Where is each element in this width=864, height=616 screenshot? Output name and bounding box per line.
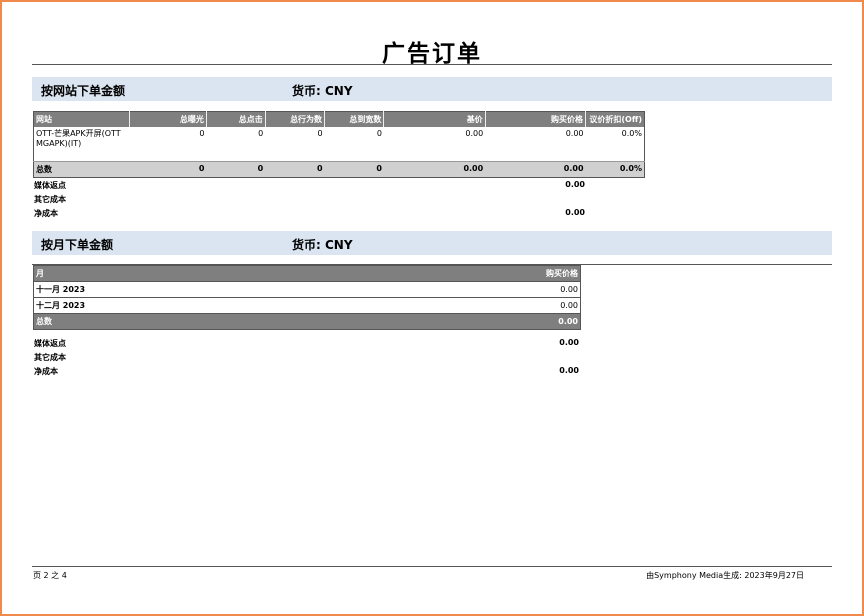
cell: 0.00 <box>358 281 581 298</box>
table-row: 十一月 2023 0.00 <box>33 281 581 298</box>
cell: 0 <box>376 129 382 138</box>
generated-by: 由Symphony Media生成: 2023年9月27日 <box>646 571 804 580</box>
section-header-site: 按网站下单金额 货币: CNY <box>32 77 832 101</box>
section-header-month: 按月下单金额 货币: CNY <box>32 231 832 255</box>
col-header: 基价 <box>383 111 486 127</box>
summary-label: 其它成本 <box>34 195 66 204</box>
site-summary: 媒体返点 0.00 其它成本 净成本 0.00 <box>34 180 585 222</box>
col-header: 议价折扣(Off) <box>585 111 645 127</box>
cell: 0 <box>324 161 384 178</box>
cell: 0 <box>258 129 264 138</box>
month-table: 月 购买价格 十一月 2023 0.00 十二月 2023 0.00 总数 0.… <box>33 265 581 330</box>
cell-site: OTT-芒果APK开屏(OTTMGAPK)(IT) <box>36 129 121 148</box>
summary-label: 其它成本 <box>34 353 66 362</box>
table-row: OTT-芒果APK开屏(OTTMGAPK)(IT) 0 0 0 0 0.00 0… <box>34 127 645 162</box>
page-title: 广告订单 <box>382 41 482 67</box>
section-label: 按月下单金额 <box>41 238 114 252</box>
table-total-row: 总数 0 0 0 0 0.00 0.00 0.0% <box>33 161 645 178</box>
col-header: 总到宽数 <box>324 111 384 127</box>
cell: 0.00 <box>485 161 586 178</box>
cell: 0.00 <box>465 129 484 138</box>
summary-row: 其它成本 <box>34 194 585 208</box>
col-header: 月 <box>33 265 359 282</box>
cell: 0 <box>206 161 266 178</box>
cell: 总数 <box>33 313 359 330</box>
cell: 0.0% <box>585 161 645 178</box>
cell: 0.00 <box>565 129 584 138</box>
summary-label: 净成本 <box>34 367 58 376</box>
summary-value: 0.00 <box>565 208 585 217</box>
col-header: 购买价格 <box>484 111 586 127</box>
site-table: 网站 总曝光 总点击 总行为数 总到宽数 基价 购买价格 议价折扣(Off) O… <box>33 111 645 178</box>
summary-label: 媒体返点 <box>34 181 66 190</box>
cell: 0 <box>317 129 323 138</box>
title-rule <box>32 64 832 65</box>
summary-row: 媒体返点 0.00 <box>34 180 585 194</box>
currency-label: 货币: CNY <box>292 84 353 98</box>
summary-value: 0.00 <box>559 366 579 375</box>
summary-row: 媒体返点 0.00 <box>34 338 579 352</box>
cell: 0.00 <box>358 313 581 330</box>
cell-month: 十二月 2023 <box>33 297 359 314</box>
cell: 0.00 <box>383 161 486 178</box>
col-header: 购买价格 <box>358 265 581 282</box>
cell: 0.0% <box>621 129 642 138</box>
month-summary: 媒体返点 0.00 其它成本 净成本 0.00 <box>34 338 579 380</box>
col-header: 网站 <box>33 111 129 127</box>
cell: 0 <box>199 129 205 138</box>
summary-value: 0.00 <box>565 180 585 189</box>
cell-month: 十一月 2023 <box>33 281 359 298</box>
col-header: 总点击 <box>205 111 266 127</box>
page-number: 页 2 之 4 <box>33 571 67 580</box>
currency-label: 货币: CNY <box>292 238 353 252</box>
cell: 0.00 <box>358 297 581 314</box>
table-total-row: 总数 0.00 <box>33 313 581 330</box>
summary-row: 净成本 0.00 <box>34 366 579 380</box>
summary-label: 净成本 <box>34 209 58 218</box>
summary-value: 0.00 <box>559 338 579 347</box>
cell: 总数 <box>33 161 129 178</box>
table-row: 十二月 2023 0.00 <box>33 297 581 314</box>
summary-label: 媒体返点 <box>34 339 66 348</box>
col-header: 总曝光 <box>128 111 207 127</box>
summary-row: 净成本 0.00 <box>34 208 585 222</box>
cell: 0 <box>129 161 207 178</box>
footer-rule <box>32 566 832 567</box>
cell: 0 <box>265 161 325 178</box>
col-header: 总行为数 <box>264 111 325 127</box>
summary-row: 其它成本 <box>34 352 579 366</box>
section-label: 按网站下单金额 <box>41 84 126 98</box>
